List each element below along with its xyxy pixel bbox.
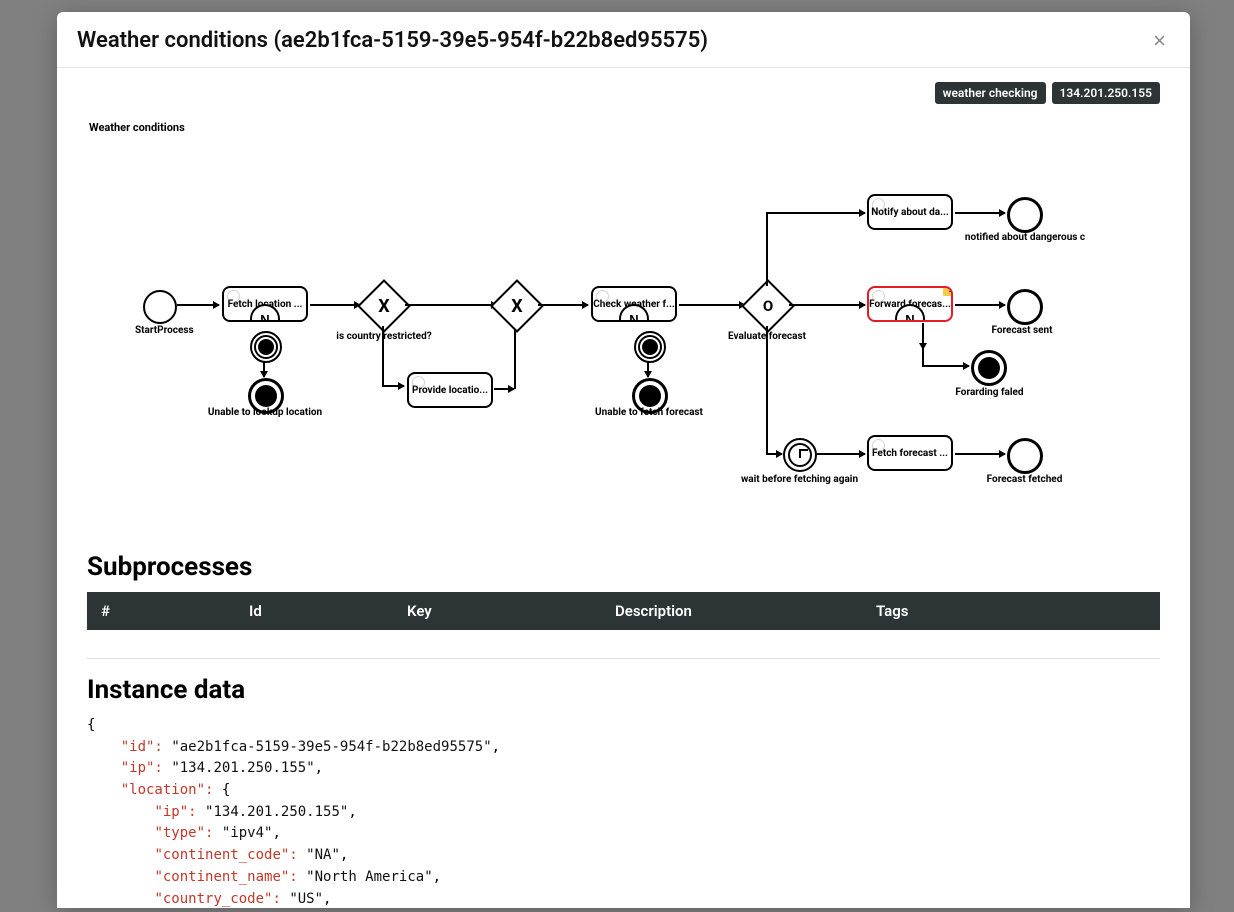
- task-fetch-location[interactable]: Fetch location ... N: [222, 286, 308, 322]
- flow-arrow: [538, 304, 588, 306]
- task-type-icon: [872, 439, 885, 452]
- start-event-label: StartProcess: [135, 325, 185, 336]
- end-label-location-fail: Unable to lookup location: [200, 407, 330, 418]
- tag-ip: 134.201.250.155: [1052, 82, 1161, 104]
- col-id: Id: [235, 592, 393, 630]
- gateway-country-restricted[interactable]: X: [357, 279, 411, 333]
- diagram-title: Weather conditions: [89, 121, 185, 134]
- end-label-forward-failed: Forarding faled: [947, 387, 1032, 398]
- task-type-icon: [596, 290, 609, 303]
- flow-line: [766, 326, 768, 454]
- task-type-icon: [872, 290, 885, 303]
- gateway-merge[interactable]: X: [490, 279, 544, 333]
- end-label-forecast-fetch-fail: Unable to fetch forecast: [589, 407, 709, 418]
- col-description: Description: [601, 592, 862, 630]
- modal-header: Weather conditions (ae2b1fca-5159-39e5-9…: [57, 12, 1190, 68]
- flow-arrow: [955, 453, 1005, 455]
- task-check-weather[interactable]: Check weather f... N: [591, 286, 677, 322]
- flow-arrow: [177, 304, 219, 306]
- flow-line: [922, 349, 924, 366]
- col-index: #: [87, 592, 235, 630]
- flow-arrow: [922, 323, 924, 349]
- timer-event-wait[interactable]: [783, 438, 817, 472]
- flow-arrow: [766, 453, 782, 455]
- instance-data-json[interactable]: { "id": "ae2b1fca-5159-39e5-954f-b22b8ed…: [87, 715, 1160, 908]
- flow-arrow: [405, 304, 497, 306]
- timer-label: wait before fetching again: [732, 474, 867, 485]
- warning-icon: !: [943, 286, 953, 296]
- task-provide-location[interactable]: Provide locatio...: [407, 372, 493, 408]
- subprocesses-table-header: # Id Key Description Tags: [87, 592, 1160, 630]
- col-tags: Tags: [862, 592, 1160, 630]
- flow-arrow: [679, 304, 745, 306]
- boundary-error-check-weather[interactable]: [634, 331, 666, 363]
- flow-line: [514, 326, 516, 389]
- end-label-forecast-fetched: Forecast fetched: [977, 474, 1072, 485]
- bpmn-diagram: Weather conditions StartProcess Fetch lo…: [87, 104, 1160, 524]
- flow-arrow: [789, 304, 865, 306]
- gateway-label-country-restricted: is country restricted?: [329, 331, 439, 342]
- tags-row: weather checking 134.201.250.155: [87, 82, 1160, 104]
- subprocesses-heading: Subprocesses: [87, 552, 1160, 582]
- modal-dialog: Weather conditions (ae2b1fca-5159-39e5-9…: [57, 12, 1190, 908]
- flow-line: [494, 388, 514, 390]
- flow-arrow: [310, 304, 360, 306]
- flow-arrow: [955, 212, 1005, 214]
- end-event-danger-notified[interactable]: [1007, 197, 1043, 233]
- flow-arrow: [817, 453, 865, 455]
- boundary-error-fetch-location[interactable]: [250, 331, 282, 363]
- tag-weather: weather checking: [935, 82, 1046, 104]
- task-type-icon: [227, 290, 240, 303]
- flow-arrow: [647, 361, 649, 377]
- end-event-forecast-fetched[interactable]: [1007, 438, 1043, 474]
- flow-line: [766, 212, 768, 286]
- end-event-forecast-sent[interactable]: [1007, 289, 1043, 325]
- end-event-forward-failed[interactable]: [971, 350, 1007, 386]
- start-event[interactable]: [143, 290, 177, 324]
- modal-body[interactable]: weather checking 134.201.250.155 Weather…: [57, 68, 1190, 908]
- task-type-icon: [412, 376, 425, 389]
- flow-arrow: [766, 212, 865, 214]
- task-forward-forecast[interactable]: Forward forecas... N !: [867, 286, 953, 322]
- task-notify-danger[interactable]: Notify about da...: [867, 194, 953, 230]
- flow-arrow: [955, 304, 1005, 306]
- flow-arrow: [922, 365, 969, 367]
- close-button[interactable]: ×: [1149, 30, 1170, 52]
- gateway-evaluate-forecast[interactable]: O: [741, 279, 795, 333]
- flow-line: [382, 326, 384, 386]
- instance-data-heading: Instance data: [87, 658, 1160, 705]
- task-type-icon: [872, 198, 885, 211]
- end-label-danger-notified: notified about dangerous c: [960, 232, 1090, 243]
- col-key: Key: [393, 592, 601, 630]
- task-fetch-forecast[interactable]: Fetch forecast ...: [867, 435, 953, 471]
- modal-title: Weather conditions (ae2b1fca-5159-39e5-9…: [77, 28, 708, 53]
- subprocesses-table: # Id Key Description Tags: [87, 592, 1160, 630]
- flow-arrow: [263, 361, 265, 377]
- flow-arrow: [382, 385, 404, 387]
- end-label-forecast-sent: Forecast sent: [982, 325, 1062, 336]
